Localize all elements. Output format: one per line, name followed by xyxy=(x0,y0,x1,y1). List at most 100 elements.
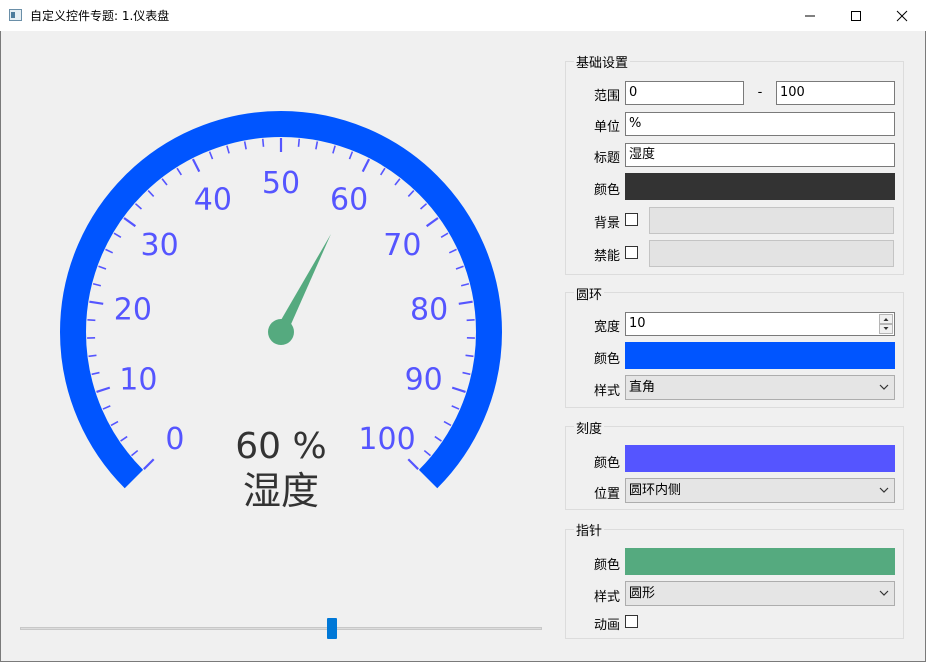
ring-style-value: 直角 xyxy=(629,380,656,395)
gauge-tick xyxy=(161,178,168,186)
basic-settings-title: 基础设置 xyxy=(574,52,631,71)
gauge-tick xyxy=(110,420,119,427)
title-input[interactable]: 湿度 xyxy=(625,143,895,167)
range-separator: - xyxy=(757,85,763,100)
chevron-down-icon xyxy=(879,384,889,390)
background-label: 背景 xyxy=(593,216,620,231)
gauge-tick-label: 100 xyxy=(358,422,415,457)
gauge-tick xyxy=(88,354,97,358)
gauge-tick xyxy=(113,232,122,239)
pointer-group-title: 指针 xyxy=(574,520,605,539)
minimize-icon xyxy=(805,15,815,16)
slider-track[interactable] xyxy=(20,627,542,630)
gauge-tick xyxy=(440,232,449,239)
text-color-label: 颜色 xyxy=(593,183,620,198)
gauge-tick xyxy=(434,435,442,442)
gauge-tick-label: 20 xyxy=(114,293,152,328)
gauge-tick xyxy=(134,203,143,210)
unit-label: 单位 xyxy=(593,120,620,135)
gauge-tick xyxy=(425,217,439,228)
gauge-tick xyxy=(451,405,460,410)
gauge-tick-label: 50 xyxy=(262,166,300,201)
gauge-tick xyxy=(443,420,452,427)
scale-group-title: 刻度 xyxy=(574,418,605,437)
slider-handle[interactable] xyxy=(327,618,338,639)
animation-label: 动画 xyxy=(593,618,620,633)
gauge-tick xyxy=(458,300,473,305)
gauge-pointer-hub xyxy=(268,319,294,345)
range-label: 范围 xyxy=(593,89,620,104)
scale-color-label: 颜色 xyxy=(593,456,620,471)
gauge-tick xyxy=(143,458,155,470)
pointer-color-swatch[interactable] xyxy=(625,548,895,575)
ring-style-combobox[interactable]: 直角 xyxy=(625,375,895,400)
gauge-tick xyxy=(466,319,475,322)
title-bar: 自定义控件专题: 1.仪表盘 xyxy=(0,0,926,31)
scale-position-value: 圆环内侧 xyxy=(629,483,682,498)
pointer-style-label: 样式 xyxy=(593,590,620,605)
gauge-tick xyxy=(131,449,139,457)
gauge-tick xyxy=(208,151,214,160)
range-min-input[interactable]: 0 xyxy=(625,81,744,105)
disable-label: 禁能 xyxy=(593,249,620,264)
gauge-tick xyxy=(123,217,137,228)
gauge-tick xyxy=(105,248,114,254)
scale-position-combobox[interactable]: 圆环内侧 xyxy=(625,478,895,503)
ring-color-swatch[interactable] xyxy=(625,342,895,369)
gauge-tick xyxy=(261,138,265,147)
unit-input[interactable]: % xyxy=(625,112,895,136)
maximize-button[interactable] xyxy=(833,0,879,31)
ring-width-value: 10 xyxy=(629,316,646,331)
chevron-down-icon xyxy=(883,327,889,330)
gauge-tick xyxy=(407,190,415,197)
gauge-tick xyxy=(361,158,371,173)
gauge-tick-label: 10 xyxy=(119,362,157,397)
ring-group-title: 圆环 xyxy=(574,284,605,303)
gauge-tick xyxy=(348,151,354,160)
background-color-swatch xyxy=(649,207,894,234)
window-title: 自定义控件专题: 1.仪表盘 xyxy=(30,9,170,23)
ring-width-spinbox[interactable]: 10 xyxy=(625,312,895,336)
gauge-title-text: 湿度 xyxy=(243,469,319,513)
close-button[interactable] xyxy=(879,0,925,31)
chevron-up-icon xyxy=(883,318,889,321)
title-label: 标题 xyxy=(593,151,620,166)
gauge-tick-label: 60 xyxy=(330,182,368,217)
minimize-button[interactable] xyxy=(787,0,833,31)
gauge-tick xyxy=(147,190,155,197)
close-icon xyxy=(896,10,908,21)
disable-checkbox[interactable] xyxy=(625,246,638,259)
pointer-style-combobox[interactable]: 圆形 xyxy=(625,581,895,606)
chevron-down-icon xyxy=(879,487,889,493)
gauge-tick xyxy=(91,371,100,376)
gauge-tick xyxy=(96,386,111,393)
gauge-tick-label: 30 xyxy=(141,228,179,263)
range-max-input[interactable]: 100 xyxy=(776,81,895,105)
gauge-tick xyxy=(451,386,466,393)
gauge-tick xyxy=(419,203,428,210)
gauge-tick xyxy=(462,371,471,376)
gauge-tick xyxy=(176,167,183,176)
spin-up-button[interactable] xyxy=(879,314,893,324)
gauge-tick xyxy=(191,158,201,173)
gauge-tick-label: 0 xyxy=(165,422,184,457)
scale-position-label: 位置 xyxy=(593,487,620,502)
pointer-style-value: 圆形 xyxy=(629,586,656,601)
maximize-icon xyxy=(851,10,861,21)
spin-down-button[interactable] xyxy=(879,324,893,334)
gauge-tick xyxy=(332,145,336,154)
gauge-tick-label: 70 xyxy=(383,228,421,263)
gauge-tick xyxy=(448,248,457,254)
background-checkbox[interactable] xyxy=(625,213,638,226)
chevron-down-icon xyxy=(879,590,889,596)
gauge-tick xyxy=(297,138,301,147)
scale-color-swatch[interactable] xyxy=(625,445,895,472)
ring-style-label: 样式 xyxy=(593,384,620,399)
gauge-tick xyxy=(407,458,419,470)
animation-checkbox[interactable] xyxy=(625,615,638,628)
gauge-tick xyxy=(102,405,111,410)
value-slider[interactable] xyxy=(20,617,542,639)
gauge-tick-label: 80 xyxy=(410,293,448,328)
gauge-tick xyxy=(226,145,230,154)
text-color-swatch[interactable] xyxy=(625,173,895,200)
